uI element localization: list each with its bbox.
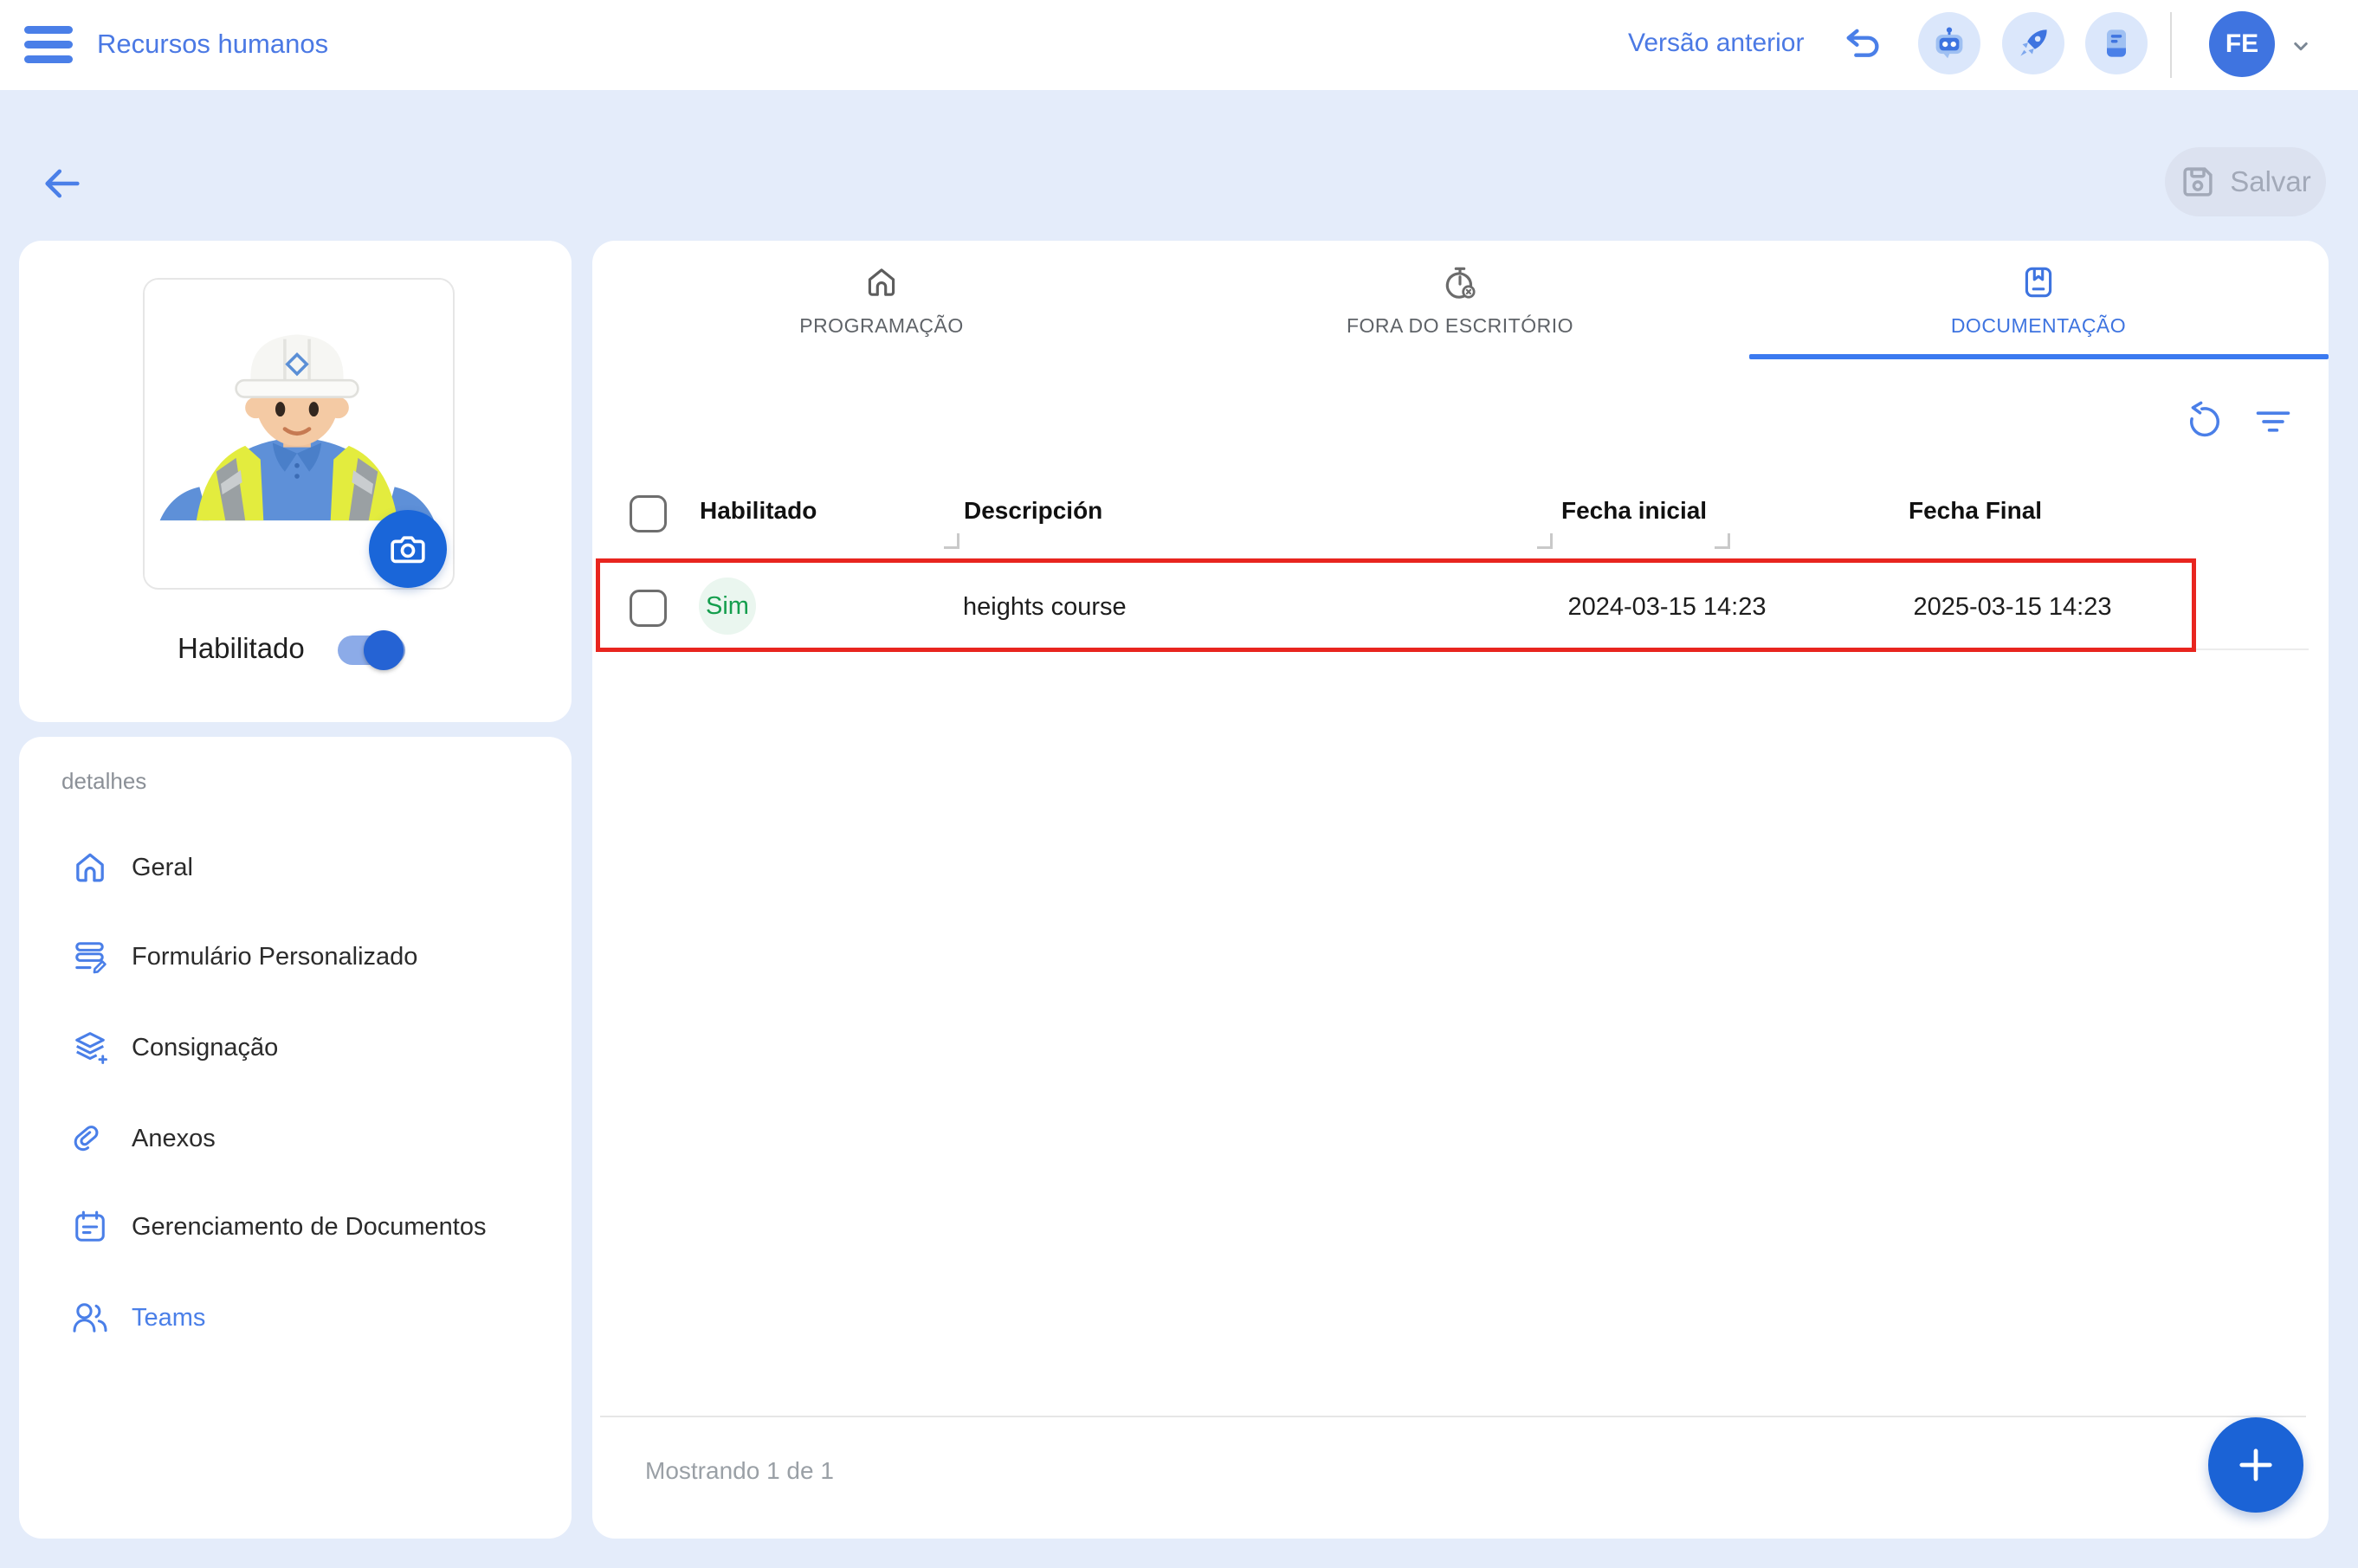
layers-plus-icon: [69, 1027, 111, 1068]
row-highlight-annotation: [596, 558, 2196, 652]
change-photo-button[interactable]: [369, 510, 447, 588]
column-header-habilitado[interactable]: Habilitado: [700, 497, 817, 525]
sidebar-item-anexos[interactable]: Anexos: [19, 1097, 572, 1180]
chevron-down-icon[interactable]: [2288, 33, 2314, 59]
sidebar-item-formulario-personalizado[interactable]: Formulário Personalizado: [19, 915, 572, 998]
sidebar-item-label: Anexos: [132, 1125, 216, 1153]
enabled-label: Habilitado: [178, 632, 305, 665]
select-all-checkbox[interactable]: [630, 495, 667, 532]
column-resize-handle[interactable]: [1715, 533, 1730, 549]
filter-icon[interactable]: [2252, 401, 2294, 442]
save-floppy-icon: [2180, 164, 2216, 200]
column-header-fecha-final[interactable]: Fecha Final: [1909, 497, 2042, 525]
sidebar-item-teams[interactable]: Teams: [19, 1276, 572, 1359]
launch-button[interactable]: [2002, 12, 2064, 74]
save-button[interactable]: Salvar: [2165, 147, 2326, 216]
rocket-icon: [2014, 24, 2052, 62]
form-pencil-icon: [69, 936, 111, 978]
profile-card: Habilitado: [19, 241, 572, 722]
column-header-fecha-inicial[interactable]: Fecha inicial: [1561, 497, 1707, 525]
sidebar-item-gerenciamento-de-documentos[interactable]: Gerenciamento de Documentos: [19, 1185, 572, 1268]
details-section-title: detalhes: [61, 768, 146, 795]
sidebar-item-label: Formulário Personalizado: [132, 943, 417, 971]
pagination-status: Mostrando 1 de 1: [645, 1457, 834, 1485]
undo-icon[interactable]: [1841, 23, 1886, 68]
sidebar-item-label: Teams: [132, 1304, 205, 1332]
column-resize-handle[interactable]: [944, 533, 959, 549]
sidebar-item-label: Gerenciamento de Documentos: [132, 1213, 486, 1242]
robot-assistant-icon: [1930, 24, 1968, 62]
camera-icon: [388, 529, 428, 569]
people-icon: [69, 1297, 111, 1339]
tab-label: DOCUMENTAÇÃO: [1951, 314, 2126, 338]
sidebar-item-geral[interactable]: Geral: [19, 826, 572, 909]
hamburger-menu-icon[interactable]: [24, 26, 73, 64]
active-tab-indicator: [1749, 354, 2329, 359]
sidebar-item-label: Consignação: [132, 1034, 278, 1062]
tab-programacao[interactable]: PROGRAMAÇÃO: [592, 241, 1171, 358]
home-icon: [69, 847, 111, 888]
details-card: detalhes Geral Formulário Personalizado: [19, 737, 572, 1539]
main-panel: PROGRAMAÇÃO FORA DO ESCRITÓRIO DOCUMENTA…: [592, 241, 2329, 1539]
sidebar-item-label: Geral: [132, 854, 193, 882]
plus-icon: [2233, 1442, 2278, 1487]
sidebar-item-consignacao[interactable]: Consignação: [19, 1006, 572, 1089]
column-resize-handle[interactable]: [1537, 533, 1553, 549]
top-bar: Recursos humanos Versão anterior: [0, 0, 2358, 90]
tab-documentacao[interactable]: DOCUMENTAÇÃO: [1749, 241, 2328, 358]
paperclip-icon: [69, 1118, 111, 1159]
topbar-divider: [2170, 12, 2172, 78]
column-header-descripcion[interactable]: Descripción: [964, 497, 1102, 525]
user-avatar[interactable]: FE: [2209, 11, 2275, 77]
docs-button[interactable]: [2085, 12, 2148, 74]
previous-version-link[interactable]: Versão anterior: [1628, 29, 1804, 58]
assistant-button[interactable]: [1918, 12, 1980, 74]
notebook-icon: [2097, 24, 2135, 62]
back-arrow-icon[interactable]: [40, 161, 85, 206]
tab-fora-do-escritorio[interactable]: FORA DO ESCRITÓRIO: [1171, 241, 1749, 358]
tab-label: FORA DO ESCRITÓRIO: [1347, 314, 1573, 338]
add-document-button[interactable]: [2208, 1417, 2303, 1513]
tab-label: PROGRAMAÇÃO: [799, 314, 964, 338]
timer-off-icon: [1440, 262, 1480, 302]
calendar-icon: [69, 1206, 111, 1248]
bookmark-book-icon: [2019, 262, 2058, 302]
app-root: Recursos humanos Versão anterior: [0, 0, 2358, 1568]
page-title: Recursos humanos: [97, 29, 328, 60]
home-icon: [862, 262, 901, 302]
footer-divider: [600, 1416, 2306, 1417]
save-button-label: Salvar: [2230, 165, 2311, 198]
enabled-toggle-knob[interactable]: [364, 630, 404, 670]
refresh-icon[interactable]: [2184, 399, 2226, 441]
